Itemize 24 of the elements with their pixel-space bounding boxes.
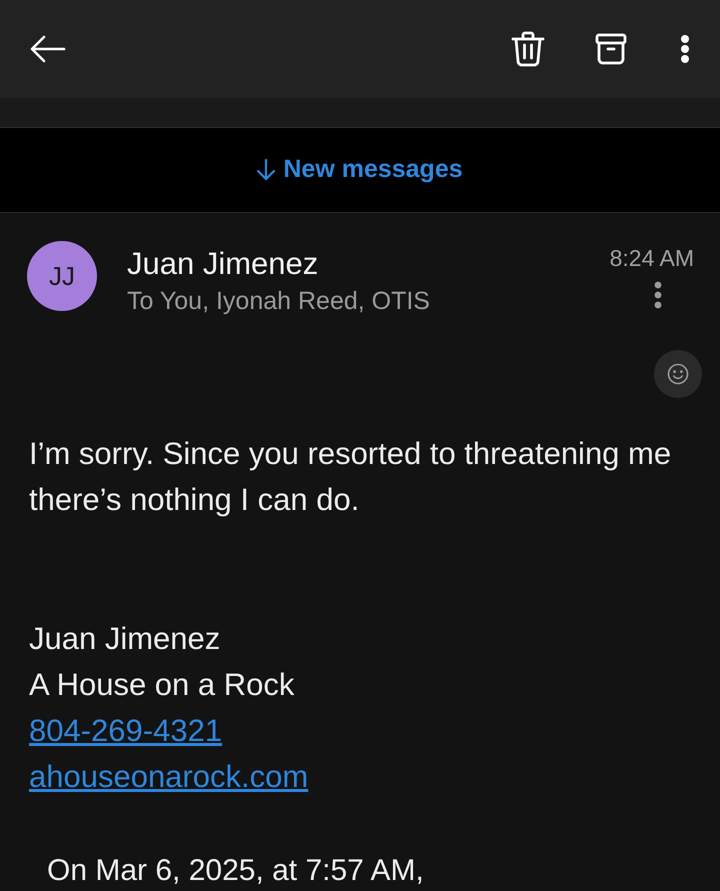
signature-link[interactable]: ahouseonarock.com	[29, 754, 308, 800]
signature-link[interactable]: 804-269-4321	[29, 708, 222, 754]
message-body-text: I’m sorry. Since you resorted to threatening me there’s nothing I can do.	[29, 435, 672, 519]
sender-avatar: JJ	[27, 241, 97, 311]
signature-text: A House on a Rock	[29, 666, 294, 704]
message-options-button[interactable]	[654, 281, 662, 309]
back-arrow-icon	[30, 35, 66, 63]
delete-button[interactable]	[510, 31, 546, 67]
more-options-icon	[680, 34, 690, 64]
signature-text: Juan Jimenez	[29, 620, 220, 658]
smiley-icon	[667, 363, 689, 385]
trash-icon	[511, 31, 545, 67]
quoted-message-header: On Mar 6, 2025, at 7:57 AM,	[47, 853, 424, 889]
recipients-text: To You, Iyonah Reed, OTIS	[127, 286, 430, 317]
more-options-button[interactable]	[680, 34, 690, 64]
back-button[interactable]	[30, 35, 66, 63]
message-time: 8:24 AM	[610, 244, 694, 273]
down-arrow-icon	[257, 159, 276, 181]
archive-box-icon	[595, 33, 627, 65]
new-messages-link[interactable]: New messages	[257, 151, 463, 189]
archive-button[interactable]	[594, 32, 628, 66]
add-reaction-button[interactable]	[654, 350, 702, 398]
more-options-icon	[654, 281, 662, 309]
sender-name: Juan Jimenez	[127, 245, 318, 283]
